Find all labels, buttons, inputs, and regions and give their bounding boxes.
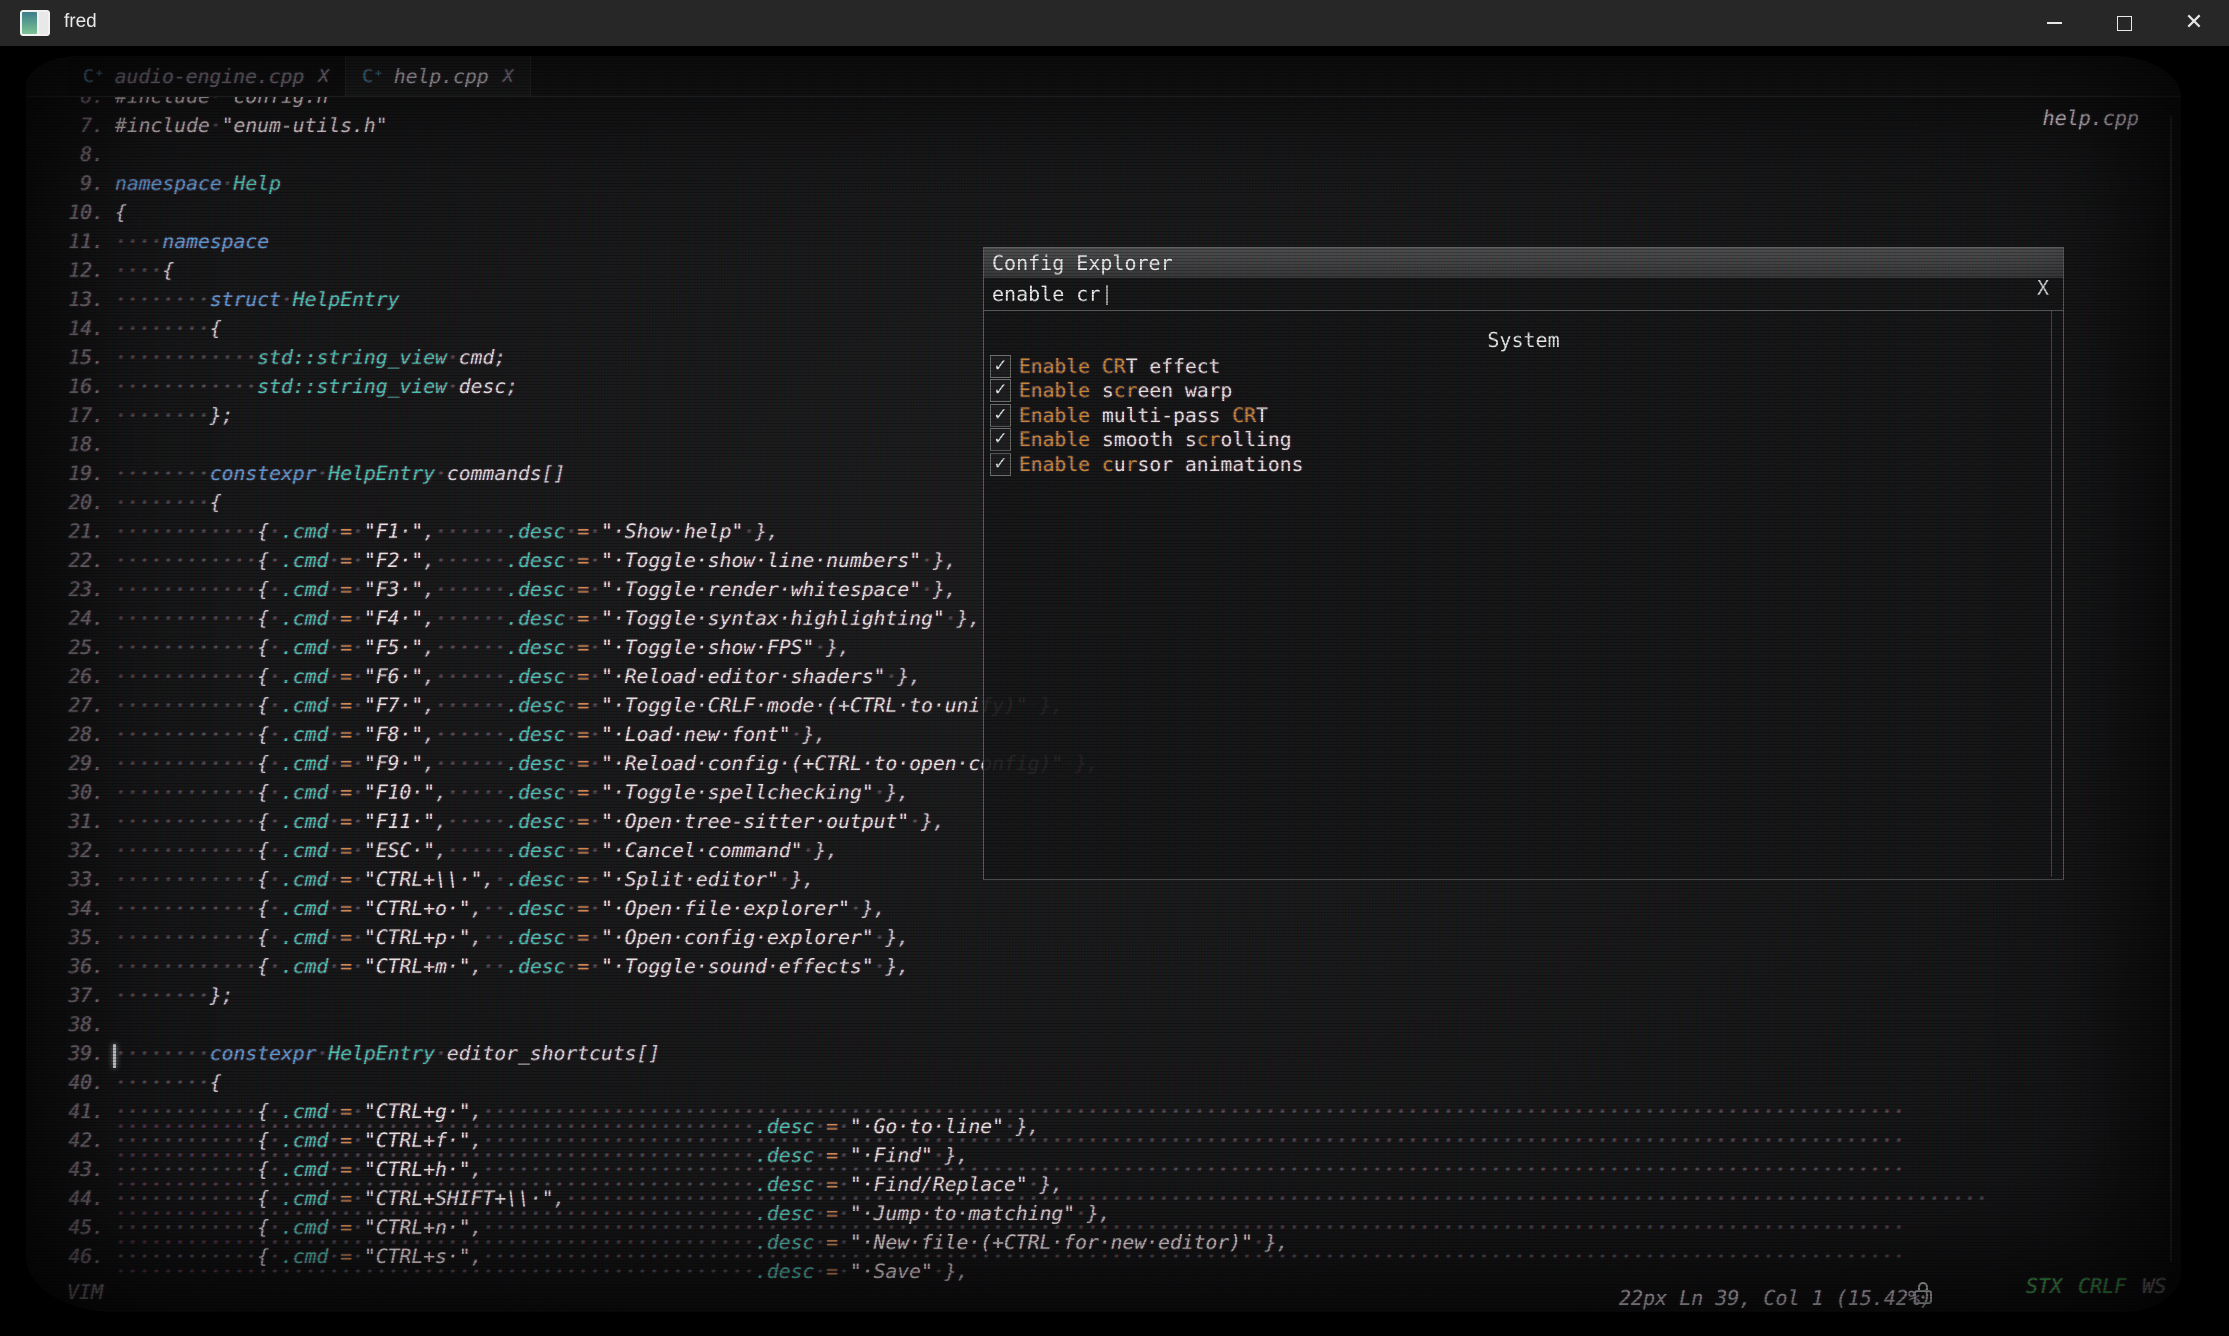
maximize-button[interactable] <box>2089 0 2159 46</box>
line-number: 31. <box>26 810 104 833</box>
tab-help[interactable]: C⁺ help.cpp X <box>346 56 530 96</box>
line-number: 8. <box>26 143 104 166</box>
code-row: 39.········constexpr·HelpEntry·editor_sh… <box>26 1042 2181 1071</box>
code-row: 7.#include·"enum-utils.h" <box>26 114 2181 143</box>
line-number: 17. <box>26 404 104 427</box>
config-option-label: Enable multi-pass CRT <box>1019 404 1268 427</box>
app-icon <box>20 10 50 36</box>
line-number: 16. <box>26 375 104 398</box>
code-row: 34.············{·.cmd·=·"CTRL+o·",··.des… <box>26 897 2181 926</box>
popup-scrollbar[interactable] <box>2051 311 2052 877</box>
config-option-label: Enable cursor animations <box>1019 453 1304 476</box>
code-row: 37.········}; <box>26 984 2181 1013</box>
window-title: fred <box>64 11 97 33</box>
code-row: 10.{ <box>26 201 2181 230</box>
checkbox-checked-icon[interactable]: ✓ <box>990 404 1011 427</box>
config-option-row[interactable]: ✓ Enable multi-pass CRT <box>990 403 1268 427</box>
config-search-input[interactable]: enable cr <box>984 278 2063 311</box>
config-option-row[interactable]: ✓ Enable smooth scrolling <box>990 428 1292 452</box>
line-number: 14. <box>26 317 104 340</box>
current-file-label: help.cpp <box>2043 106 2139 130</box>
line-number: 35. <box>26 926 104 949</box>
line-number: 32. <box>26 839 104 862</box>
line-number: 26. <box>26 665 104 688</box>
line-number: 23. <box>26 578 104 601</box>
line-number: 11. <box>26 230 104 253</box>
line-number: 13. <box>26 288 104 311</box>
line-number: 10. <box>26 201 104 224</box>
line-number: 21. <box>26 520 104 543</box>
tab-audio-engine[interactable]: C⁺ audio-engine.cpp X <box>67 56 346 96</box>
line-number: 34. <box>26 897 104 920</box>
section-header-system: System <box>984 328 2063 352</box>
line-number: 9. <box>26 172 104 195</box>
window-titlebar: fred ✕ <box>0 0 2229 46</box>
line-number: 22. <box>26 549 104 572</box>
minimize-button[interactable] <box>2019 0 2089 46</box>
tab-close-icon[interactable]: X <box>503 66 514 87</box>
search-query-text: enable cr <box>992 282 1100 306</box>
line-number: 37. <box>26 984 104 1007</box>
code-wrap-row: ········································… <box>26 1260 2181 1289</box>
line-number: 18. <box>26 433 104 456</box>
code-row: 38. <box>26 1013 2181 1042</box>
popup-titlebar[interactable]: Config Explorer <box>984 248 2063 279</box>
cpp-file-icon: C⁺ <box>83 66 105 87</box>
checkbox-checked-icon[interactable]: ✓ <box>990 428 1011 451</box>
line-number: 27. <box>26 694 104 717</box>
text-cursor <box>113 1044 116 1068</box>
config-option-label: Enable CRT effect <box>1019 355 1221 378</box>
search-caret <box>1106 285 1108 305</box>
crt-frame: 6.#include·"config.h"7.#include·"enum-ut… <box>0 46 2229 1336</box>
cpp-file-icon: C⁺ <box>362 66 384 87</box>
line-number: 20. <box>26 491 104 514</box>
line-number: 29. <box>26 752 104 775</box>
code-row: 40.········{ <box>26 1071 2181 1100</box>
line-number: 28. <box>26 723 104 746</box>
tab-label: help.cpp <box>394 65 489 88</box>
line-number: 7. <box>26 114 104 137</box>
minimize-icon <box>2047 22 2062 24</box>
line-number: 15. <box>26 346 104 369</box>
config-option-label: Enable screen warp <box>1019 379 1232 402</box>
close-icon: ✕ <box>2185 12 2203 34</box>
line-number: 24. <box>26 607 104 630</box>
maximize-icon <box>2117 16 2132 31</box>
tab-close-icon[interactable]: X <box>318 66 329 87</box>
code-row: 36.············{·.cmd·=·"CTRL+m·",··.des… <box>26 955 2181 984</box>
checkbox-checked-icon[interactable]: ✓ <box>990 379 1011 402</box>
line-number: 40. <box>26 1071 104 1094</box>
config-option-label: Enable smooth scrolling <box>1019 428 1292 451</box>
line-number: 38. <box>26 1013 104 1036</box>
checkbox-checked-icon[interactable]: ✓ <box>990 453 1011 476</box>
tab-bar: C⁺ audio-engine.cpp X C⁺ help.cpp X <box>26 56 2181 97</box>
code-row: 35.············{·.cmd·=·"CTRL+p·",··.des… <box>26 926 2181 955</box>
line-number: 12. <box>26 259 104 282</box>
config-option-row[interactable]: ✓ Enable screen warp <box>990 379 1232 403</box>
editor-screen: 6.#include·"config.h"7.#include·"enum-ut… <box>26 56 2181 1312</box>
code-row: 8. <box>26 143 2181 172</box>
line-number: 25. <box>26 636 104 659</box>
line-number: 19. <box>26 462 104 485</box>
popup-title: Config Explorer <box>992 251 1173 275</box>
config-option-row[interactable]: ✓ Enable CRT effect <box>990 354 1221 378</box>
config-explorer-popup: Config Explorer X enable cr System ✓ Enab… <box>983 247 2064 880</box>
code-row: 9.namespace·Help <box>26 172 2181 201</box>
close-button[interactable]: ✕ <box>2159 0 2229 46</box>
checkbox-checked-icon[interactable]: ✓ <box>990 355 1011 378</box>
popup-close-button[interactable]: X <box>2037 276 2049 300</box>
tab-label: audio-engine.cpp <box>115 65 305 88</box>
scrollbar[interactable] <box>2170 116 2172 1262</box>
config-option-row[interactable]: ✓ Enable cursor animations <box>990 452 1304 476</box>
line-number: 36. <box>26 955 104 978</box>
line-number: 39. <box>26 1042 104 1065</box>
line-number: 33. <box>26 868 104 891</box>
line-number: 30. <box>26 781 104 804</box>
